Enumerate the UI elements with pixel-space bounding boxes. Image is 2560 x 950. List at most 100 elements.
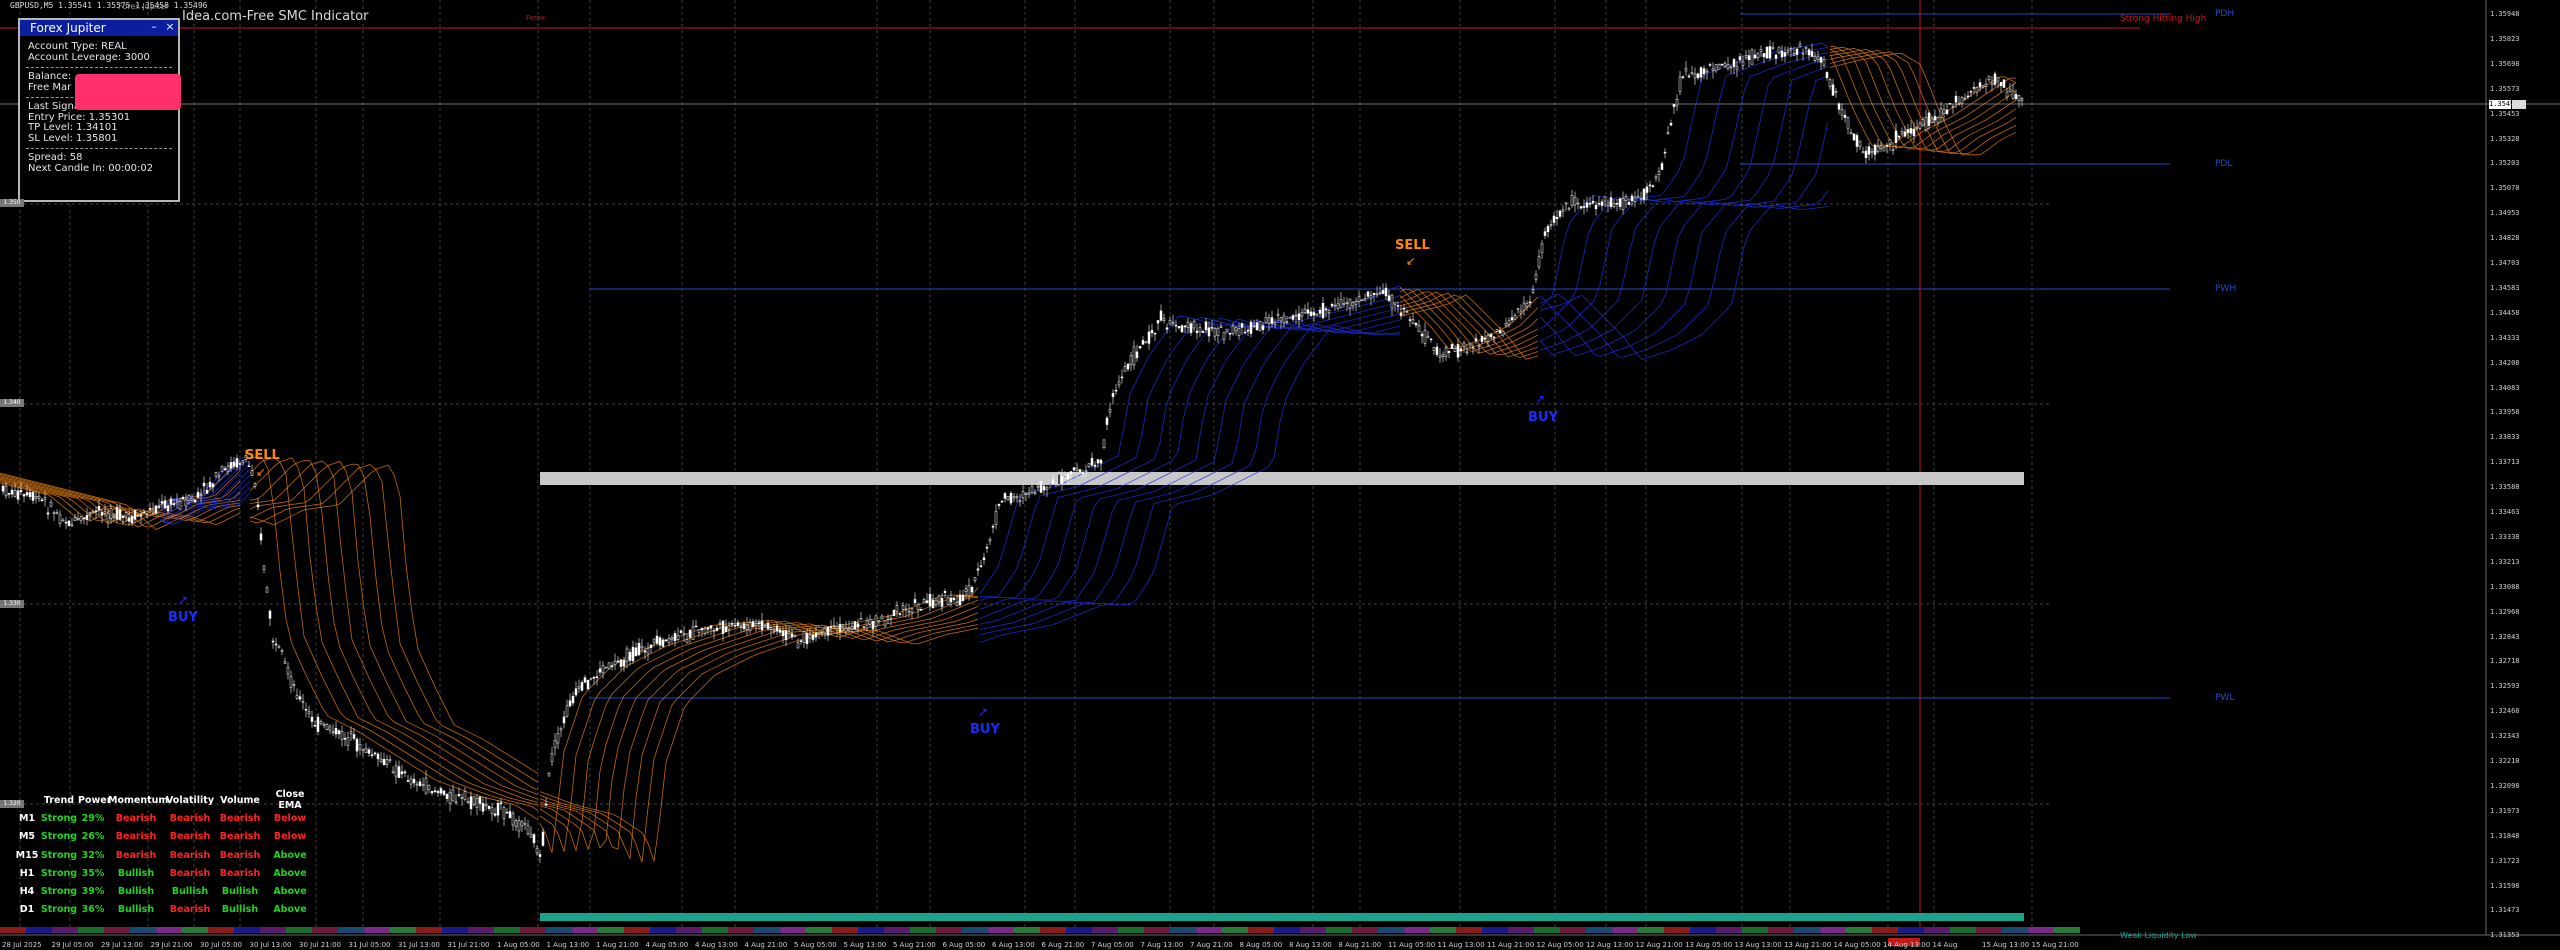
candle-body [1324, 308, 1328, 311]
candle-body [1198, 327, 1202, 333]
session-block [1976, 927, 2002, 933]
candle-body [1549, 224, 1553, 226]
candle-body [1216, 328, 1220, 336]
price-chart[interactable] [0, 0, 2560, 950]
candle-body [1756, 53, 1760, 58]
candle-body [505, 811, 509, 814]
candle-body [1138, 345, 1142, 349]
time-axis-label: 8 Aug 05:00 [1239, 941, 1283, 949]
price-axis-label: 1.35078 [2490, 184, 2520, 193]
candle-body [988, 539, 992, 542]
candle-body [601, 665, 605, 674]
candle-body [1627, 201, 1631, 205]
candle-body [1366, 291, 1370, 297]
sl-level: SL Level: 1.35801 [28, 132, 118, 144]
time-axis-label: 5 Aug 13:00 [843, 941, 887, 949]
candle-body [676, 635, 680, 640]
candle-body [1651, 185, 1655, 188]
account-info-panel[interactable]: Forex Jupiter – × Account Type: REAL Acc… [18, 18, 181, 202]
candle-body [1879, 145, 1883, 150]
price-axis-label: 1.35453 [2490, 109, 2520, 118]
minimize-button[interactable]: – [148, 21, 160, 33]
candle-body [1738, 56, 1742, 61]
candle-body [592, 677, 596, 679]
candle-body [277, 645, 281, 648]
candle-body [556, 733, 560, 744]
candle-body [1840, 109, 1844, 116]
candle-body [1009, 493, 1013, 504]
candle-body [2020, 98, 2024, 101]
candle-body [1003, 493, 1007, 499]
session-block [1742, 927, 1768, 933]
candle-body [991, 525, 995, 528]
session-block [1430, 927, 1456, 933]
candle-body [604, 666, 608, 669]
candle-body [49, 501, 53, 507]
table-cell: H1 [19, 867, 35, 879]
time-axis-label: 30 Jul 05:00 [200, 941, 242, 949]
candle-body [703, 628, 707, 634]
time-axis-label: 31 Jul 21:00 [447, 941, 490, 949]
candle-body [1336, 303, 1340, 309]
candle-body [1345, 302, 1349, 304]
candle-body [1723, 63, 1727, 67]
session-block [858, 927, 884, 933]
candle-body [67, 520, 71, 527]
candle-body [1267, 317, 1271, 324]
price-axis-label: 1.35328 [2490, 134, 2520, 143]
candle-body [619, 659, 623, 667]
candle-body [1021, 491, 1025, 499]
candle-body [64, 521, 68, 524]
table-cell: Below [273, 812, 307, 824]
candle-body [1282, 315, 1286, 324]
candle-body [1132, 346, 1136, 366]
candle-body [844, 628, 848, 633]
candle-body [1717, 64, 1721, 70]
candle-body [1573, 196, 1577, 206]
session-block [754, 927, 780, 933]
price-axis-label: 1.34208 [2490, 358, 2520, 367]
candle-body [1876, 146, 1880, 152]
candle-body [1801, 52, 1805, 55]
candle-body [118, 509, 122, 520]
candle-body [1069, 471, 1073, 475]
session-block [1014, 927, 1040, 933]
candle-body [205, 489, 209, 494]
candle-body [1201, 331, 1205, 333]
indicator-prefix: Forex Jupiter [118, 2, 169, 11]
candle-body [181, 497, 185, 500]
candle-body [1747, 55, 1751, 61]
table-cell: Strong [40, 867, 78, 879]
candle-body [964, 588, 968, 592]
candle-body [1909, 128, 1913, 134]
candle-body [1873, 144, 1877, 155]
candle-body [1525, 303, 1529, 307]
candle-body [301, 701, 305, 703]
price-axis-label: 1.33588 [2490, 483, 2520, 492]
column-header: Close EMA [275, 789, 305, 812]
candle-body [799, 640, 803, 642]
price-axis-label: 1.33463 [2490, 508, 2520, 516]
candle-body [670, 637, 674, 640]
candle-body [136, 515, 140, 517]
candle-body [1858, 140, 1862, 147]
candle-body [166, 505, 170, 512]
candle-body [1843, 114, 1847, 118]
close-button[interactable]: × [164, 21, 176, 33]
candle-body [1291, 315, 1295, 320]
time-axis-label: 6 Aug 13:00 [992, 941, 1035, 949]
session-block [1222, 927, 1248, 933]
candle-body [193, 499, 197, 503]
panel-titlebar[interactable]: Forex Jupiter – × [20, 20, 178, 36]
time-axis-label: 12 Aug 05:00 [1536, 941, 1584, 949]
candle-body [256, 504, 260, 508]
candle-body [700, 628, 704, 631]
price-axis-label: 1.34583 [2490, 283, 2520, 292]
candle-body [232, 461, 236, 467]
candle-body [1039, 481, 1043, 493]
candle-body [691, 626, 695, 640]
price-axis-label: 1.33713 [2490, 458, 2520, 467]
candle-body [43, 497, 47, 500]
candle-body [1051, 479, 1055, 484]
candle-body [415, 783, 419, 786]
